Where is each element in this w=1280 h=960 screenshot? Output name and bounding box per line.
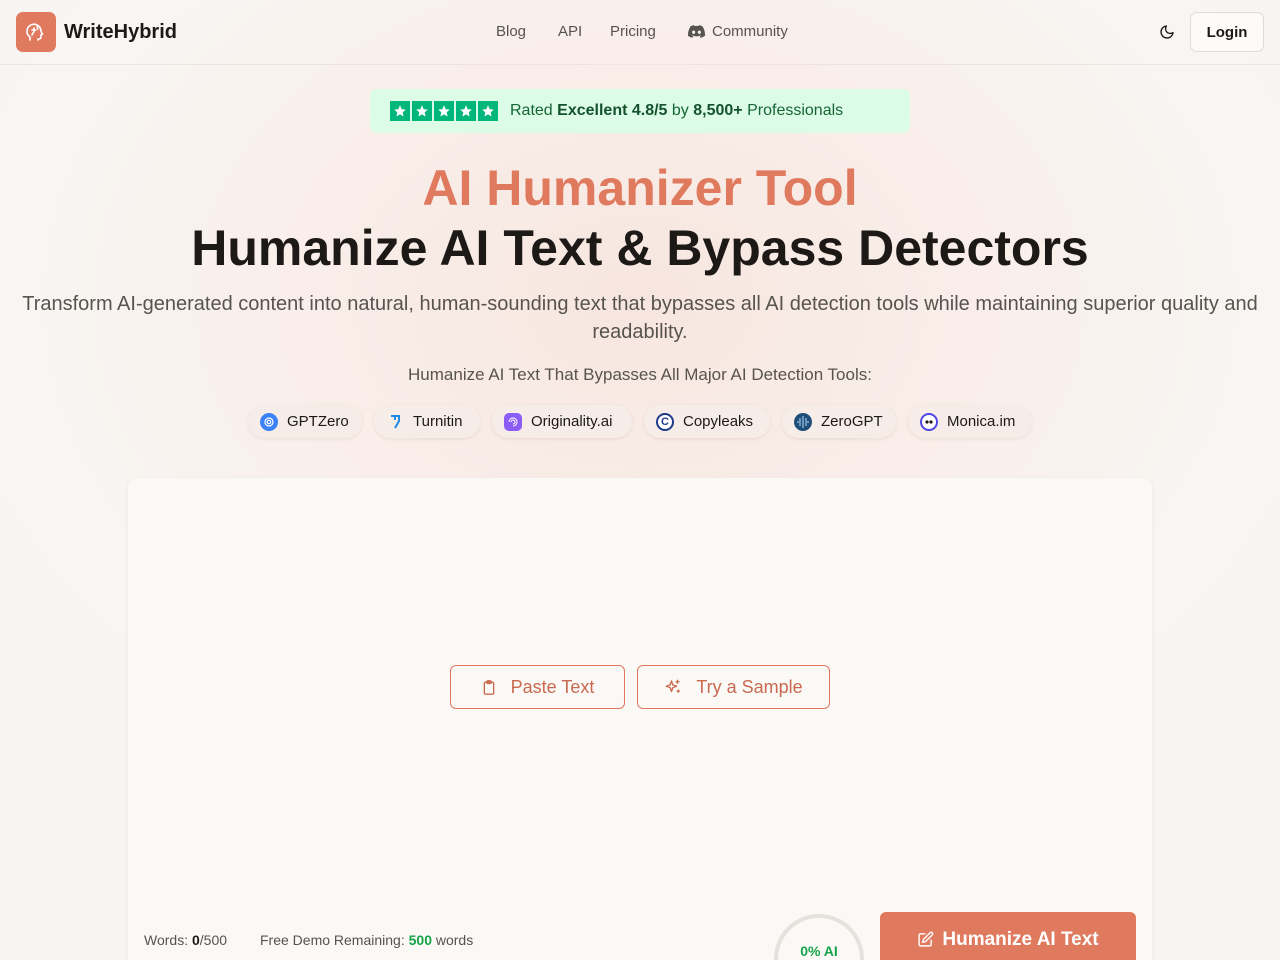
turnitin-icon	[386, 413, 404, 431]
detector-pill-turnitin: Turnitin	[374, 405, 480, 438]
paste-text-button[interactable]: Paste Text	[450, 665, 625, 709]
ai-score-label: 0% AI	[800, 943, 838, 959]
nav-blog[interactable]: Blog	[496, 23, 526, 40]
star-icon	[434, 101, 454, 121]
star-icon	[390, 101, 410, 121]
rating-prefix: Rated	[510, 102, 553, 119]
detector-label: Originality.ai	[531, 413, 613, 430]
detector-pill-copyleaks: C Copyleaks	[644, 405, 770, 438]
moon-icon	[1160, 25, 1174, 39]
detector-label: Turnitin	[413, 413, 463, 430]
detector-pill-originality: Originality.ai	[492, 405, 632, 438]
demo-remaining-label: Free Demo Remaining:	[260, 932, 405, 948]
rating-count: 8,500+	[693, 102, 743, 119]
rating-suffix: Professionals	[747, 102, 844, 119]
site-header: WriteHybrid Blog API Pricing Community L…	[0, 0, 1280, 65]
humanize-button[interactable]: Humanize AI Text	[880, 912, 1136, 960]
gptzero-icon	[260, 412, 278, 431]
copyleaks-icon: C	[656, 412, 674, 431]
demo-remaining-value: 500	[408, 932, 432, 948]
star-icon	[456, 101, 476, 121]
monica-icon	[920, 412, 938, 431]
nav-community[interactable]: Community	[688, 23, 788, 40]
originality-icon	[504, 412, 522, 431]
rating-badge: Rated Excellent 4.8/5 by 8,500+ Professi…	[370, 89, 910, 133]
try-sample-button[interactable]: Try a Sample	[637, 665, 830, 709]
detector-label: Copyleaks	[683, 413, 754, 430]
word-count-label: Words:	[144, 932, 189, 948]
zerogpt-icon	[794, 412, 812, 431]
detector-pill-zerogpt: ZeroGPT	[782, 405, 896, 438]
word-count-limit: /500	[199, 932, 228, 948]
paste-text-label: Paste Text	[510, 676, 595, 697]
try-sample-label: Try a Sample	[696, 676, 803, 697]
star-icon	[478, 101, 498, 121]
rating-grade: Excellent 4.8/5	[557, 102, 668, 119]
detector-pill-monica: Monica.im	[908, 405, 1032, 438]
word-count: Words: 0/500	[144, 932, 227, 948]
rating-by: by	[671, 102, 689, 119]
sparkles-icon	[665, 679, 681, 693]
detector-label: Monica.im	[947, 413, 1016, 430]
nav-blog-label: Blog	[496, 23, 527, 40]
star-rating	[390, 101, 498, 121]
nav-pricing-label: Pricing	[610, 23, 656, 40]
word-count-value: 0	[191, 932, 200, 948]
theme-toggle-button[interactable]	[1152, 18, 1182, 46]
clipboard-icon	[483, 679, 494, 695]
detector-pill-gptzero: GPTZero	[248, 405, 362, 438]
discord-icon	[688, 25, 705, 38]
humanize-label: Humanize AI Text	[942, 929, 1099, 950]
detector-label: GPTZero	[287, 413, 349, 430]
hero-subtitle: Transform AI-generated content into natu…	[22, 293, 1258, 343]
nav-pricing[interactable]: Pricing	[610, 23, 656, 40]
rating-text: Rated Excellent 4.8/5 by 8,500+ Professi…	[510, 102, 843, 120]
editor-card[interactable]	[128, 478, 1152, 960]
hero-title-accent: AI Humanizer Tool	[422, 160, 858, 216]
detectors-heading: Humanize AI Text That Bypasses All Major…	[408, 365, 872, 384]
demo-remaining-unit: words	[435, 932, 474, 948]
main-nav: Blog API Pricing Community	[0, 23, 1280, 43]
detector-label: ZeroGPT	[821, 413, 883, 430]
hero-title-main: Humanize AI Text & Bypass Detectors	[191, 220, 1089, 276]
edit-icon	[918, 931, 934, 947]
nav-api-label: API	[558, 23, 583, 40]
star-icon	[412, 101, 432, 121]
demo-remaining: Free Demo Remaining: 500 words	[260, 932, 473, 948]
nav-community-label: Community	[712, 23, 788, 40]
login-button[interactable]: Login	[1190, 12, 1264, 52]
nav-api[interactable]: API	[558, 23, 582, 40]
